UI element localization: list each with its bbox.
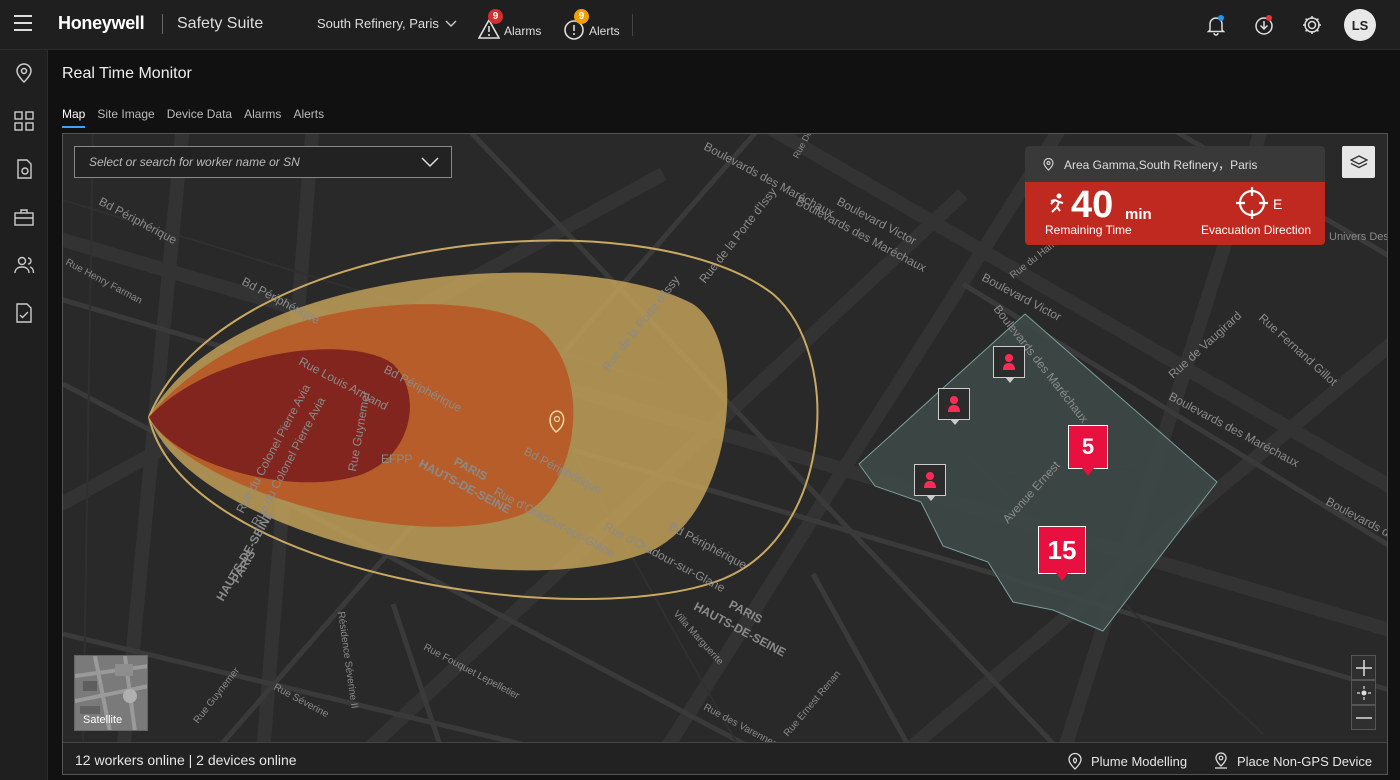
top-bar: Honeywell Safety Suite South Refinery, P…: [0, 0, 1400, 50]
site-name: South Refinery, Paris: [317, 16, 439, 31]
tab-bar: Map Site Image Device Data Alarms Alerts: [62, 107, 324, 128]
dashboard-grid-icon[interactable]: [13, 110, 35, 132]
tab-map[interactable]: Map: [62, 107, 86, 128]
users-icon[interactable]: [13, 254, 35, 276]
satellite-toggle[interactable]: Satellite: [74, 655, 148, 731]
evacuation-banner: 40 min Remaining Time E Evacuation Direc…: [1025, 182, 1325, 245]
road-label: Rue Guynemer: [192, 665, 243, 726]
alerts-button[interactable]: Alerts 9: [563, 9, 620, 40]
crosshair-direction-icon: [1236, 187, 1268, 219]
satellite-label: Satellite: [83, 714, 123, 726]
area-name: Area Gamma,South Refinery，Paris: [1064, 157, 1258, 172]
chevron-down-icon[interactable]: [421, 156, 439, 168]
area-evacuation-panel: Area Gamma,South Refinery，Paris 40 min R…: [1025, 146, 1325, 245]
device-report-icon[interactable]: [13, 158, 35, 180]
tab-device-data[interactable]: Device Data: [167, 107, 232, 128]
road-label: Rue Fernand Gillot: [1256, 311, 1341, 389]
locate-icon: [1356, 685, 1371, 700]
location-pin-icon: [1043, 157, 1054, 171]
road-label: Rue Séverine: [272, 682, 331, 720]
location-pin-icon[interactable]: [13, 62, 35, 84]
layers-icon: [1349, 155, 1368, 169]
worker-alarm-icon: [1003, 354, 1015, 370]
chevron-down-icon: [445, 20, 457, 27]
page-title: Real Time Monitor: [62, 65, 192, 82]
checklist-document-icon[interactable]: [13, 302, 35, 324]
menu-icon[interactable]: [14, 15, 32, 31]
running-person-icon: [1050, 193, 1064, 213]
road-label: Rue des Varennes: [702, 702, 780, 742]
map-view[interactable]: Bd Périphérique Bd Périphérique Rue Loui…: [62, 133, 1388, 775]
app-title: Safety Suite: [177, 15, 264, 32]
download-icon[interactable]: [1252, 13, 1276, 37]
divider: [632, 14, 633, 36]
remaining-time-unit: min: [1125, 206, 1152, 223]
zoom-out-button[interactable]: [1351, 705, 1376, 730]
tab-site-image[interactable]: Site Image: [97, 107, 154, 128]
road-label: Boulevards des Maréchaux: [1324, 494, 1388, 575]
toolbox-icon[interactable]: [13, 206, 35, 228]
alerts-count-badge: 9: [574, 9, 589, 24]
worker-pin[interactable]: [993, 346, 1025, 383]
alerts-label: Alerts: [589, 24, 620, 38]
road-label: Rue Ernest Renan: [782, 669, 843, 739]
tab-alerts[interactable]: Alerts: [293, 107, 324, 128]
road-label: Univers Descartes: [1329, 231, 1388, 243]
notification-bell-icon[interactable]: [1204, 13, 1228, 37]
alarms-label: Alarms: [504, 24, 542, 38]
area-panel-header: Area Gamma,South Refinery，Paris: [1025, 146, 1325, 182]
worker-alarm-icon: [948, 396, 960, 412]
place-non-gps-device-button[interactable]: Place Non-GPS Device: [1213, 752, 1372, 770]
site-selector[interactable]: South Refinery, Paris: [317, 16, 457, 31]
minus-icon: [1355, 716, 1372, 719]
divider: [162, 14, 163, 34]
plume-modelling-button[interactable]: Plume Modelling: [1067, 752, 1187, 770]
road-label: Résidence Séverine II: [335, 611, 360, 709]
evacuation-direction-label: Evacuation Direction: [1201, 223, 1312, 237]
plume-pin-icon: [1068, 752, 1082, 770]
map-label-efpp: EFPP: [381, 452, 412, 466]
evacuation-direction-value: E: [1273, 196, 1283, 212]
alarms-count-badge: 9: [488, 9, 503, 24]
tab-alarms[interactable]: Alarms: [244, 107, 281, 128]
alarms-button[interactable]: Alarms 9: [478, 9, 542, 40]
plume-modelling-label: Plume Modelling: [1091, 753, 1188, 769]
layers-button[interactable]: [1342, 146, 1375, 178]
worker-search-select[interactable]: [74, 146, 452, 178]
recenter-button[interactable]: [1351, 680, 1376, 705]
map-status-bar: 12 workers online | 2 devices online Plu…: [63, 742, 1387, 774]
road-label: Rue de la Porte d'Issy: [696, 185, 779, 286]
zoom-in-button[interactable]: [1351, 655, 1376, 680]
remaining-time-label: Remaining Time: [1045, 223, 1132, 237]
worker-alarm-icon: [924, 472, 936, 488]
online-status-text: 12 workers online | 2 devices online: [75, 751, 297, 768]
worker-search-input[interactable]: [87, 154, 407, 170]
worker-cluster-marker[interactable]: 15: [1038, 526, 1086, 581]
brand-logo: Honeywell: [58, 13, 145, 33]
device-location-icon: [1215, 752, 1227, 769]
worker-cluster-marker[interactable]: 5: [1068, 425, 1108, 476]
remaining-time-value: 40: [1071, 184, 1114, 226]
settings-gear-icon[interactable]: [1300, 13, 1324, 37]
place-non-gps-device-label: Place Non-GPS Device: [1237, 753, 1373, 769]
worker-pin[interactable]: [938, 388, 970, 425]
user-avatar[interactable]: LS: [1344, 9, 1376, 41]
sidebar: [0, 50, 48, 780]
plus-icon: [1355, 659, 1372, 676]
worker-pin[interactable]: [914, 464, 946, 501]
